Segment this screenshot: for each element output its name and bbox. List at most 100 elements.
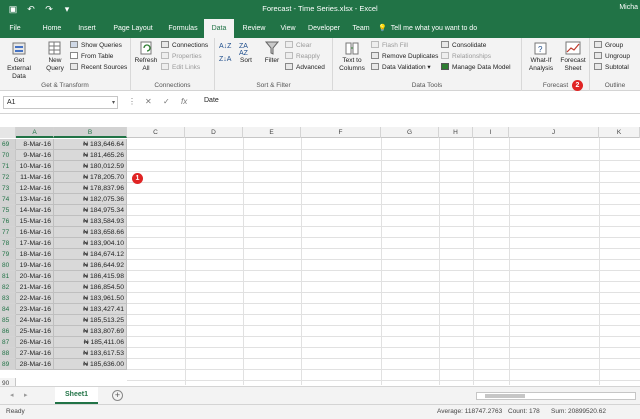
value-cell[interactable]: ₦ 183,961.50: [54, 293, 127, 304]
refresh-all-button[interactable]: Refresh All: [133, 40, 159, 73]
date-cell[interactable]: 13-Mar-16: [16, 194, 54, 205]
date-cell[interactable]: 25-Mar-16: [16, 326, 54, 337]
date-cell[interactable]: 22-Mar-16: [16, 293, 54, 304]
row-header[interactable]: 78: [0, 238, 16, 249]
from-table-button[interactable]: From Table: [70, 52, 113, 62]
forecast-sheet-button[interactable]: Forecast Sheet: [558, 40, 588, 73]
cancel-icon[interactable]: ✕: [145, 97, 152, 106]
subtotal-button[interactable]: Subtotal: [594, 63, 629, 73]
row-header[interactable]: 69: [0, 139, 16, 150]
scroll-thumb[interactable]: [485, 394, 525, 398]
advanced-filter-button[interactable]: Advanced: [285, 63, 325, 73]
value-cell[interactable]: ₦ 183,427.41: [54, 304, 127, 315]
tab-data[interactable]: Data: [204, 19, 234, 38]
date-cell[interactable]: 18-Mar-16: [16, 249, 54, 260]
value-cell[interactable]: ₦ 185,411.06: [54, 337, 127, 348]
formula-input[interactable]: Date: [204, 97, 219, 104]
relationships-button[interactable]: Relationships: [441, 52, 491, 62]
add-sheet-button[interactable]: +: [112, 390, 123, 401]
what-if-analysis-button[interactable]: ? What-If Analysis: [525, 40, 557, 73]
row-header[interactable]: 86: [0, 326, 16, 337]
row-header[interactable]: 72: [0, 172, 16, 183]
value-cell[interactable]: ₦ 181,465.26: [54, 150, 127, 161]
value-cell[interactable]: ₦ 182,075.36: [54, 194, 127, 205]
value-cell[interactable]: ₦ 186,415.98: [54, 271, 127, 282]
tell-me-box[interactable]: 💡 Tell me what you want to do: [378, 19, 477, 38]
value-cell[interactable]: ₦ 183,658.66: [54, 227, 127, 238]
tab-home[interactable]: Home: [34, 19, 70, 38]
value-cell[interactable]: ₦ 180,012.59: [54, 161, 127, 172]
row-header[interactable]: 85: [0, 315, 16, 326]
tab-page-layout[interactable]: Page Layout: [104, 19, 162, 38]
tab-developer[interactable]: Developer: [302, 19, 346, 38]
group-button[interactable]: Group: [594, 41, 623, 51]
scroll-right-icon[interactable]: ▸: [24, 391, 28, 399]
value-cell[interactable]: ₦ 186,644.92: [54, 260, 127, 271]
date-cell[interactable]: 9-Mar-16: [16, 150, 54, 161]
column-header-d[interactable]: D: [185, 127, 243, 138]
consolidate-button[interactable]: Consolidate: [441, 41, 486, 51]
sort-button[interactable]: ZA AZ Sort: [235, 40, 257, 65]
tab-view[interactable]: View: [274, 19, 302, 38]
name-box[interactable]: A1 ▾: [3, 96, 118, 109]
date-cell[interactable]: 17-Mar-16: [16, 238, 54, 249]
chevron-down-icon[interactable]: ▾: [112, 97, 115, 109]
flash-fill-button[interactable]: Flash Fill: [371, 41, 408, 51]
column-header-i[interactable]: I: [473, 127, 509, 138]
date-cell[interactable]: 11-Mar-16: [16, 172, 54, 183]
value-cell[interactable]: ₦ 184,674.12: [54, 249, 127, 260]
text-to-columns-button[interactable]: Text to Columns: [336, 40, 368, 73]
date-cell[interactable]: 21-Mar-16: [16, 282, 54, 293]
row-header[interactable]: 73: [0, 183, 16, 194]
row-header[interactable]: 71: [0, 161, 16, 172]
date-cell[interactable]: 19-Mar-16: [16, 260, 54, 271]
value-cell[interactable]: ₦ 183,584.93: [54, 216, 127, 227]
recent-sources-button[interactable]: Recent Sources: [70, 63, 127, 73]
sort-za-icon[interactable]: Z↓A: [219, 55, 231, 65]
row-header[interactable]: 87: [0, 337, 16, 348]
row-header[interactable]: 81: [0, 271, 16, 282]
tab-team[interactable]: Team: [346, 19, 376, 38]
row-header[interactable]: 70: [0, 150, 16, 161]
date-cell[interactable]: 27-Mar-16: [16, 348, 54, 359]
value-cell[interactable]: ₦ 178,837.96: [54, 183, 127, 194]
reapply-button[interactable]: Reapply: [285, 52, 320, 62]
row-header[interactable]: 74: [0, 194, 16, 205]
horizontal-scrollbar[interactable]: [476, 392, 636, 400]
date-cell[interactable]: 16-Mar-16: [16, 227, 54, 238]
row-header[interactable]: 89: [0, 359, 16, 370]
clear-filter-button[interactable]: Clear: [285, 41, 312, 51]
row-header[interactable]: 88: [0, 348, 16, 359]
column-header-h[interactable]: H: [439, 127, 473, 138]
date-cell[interactable]: 20-Mar-16: [16, 271, 54, 282]
data-validation-button[interactable]: Data Validation ▾: [371, 63, 431, 73]
scroll-left-icon[interactable]: ◂: [10, 391, 14, 399]
column-header-b[interactable]: B: [54, 127, 127, 138]
sheet-tab-sheet1[interactable]: Sheet1: [55, 387, 98, 404]
value-cell[interactable]: ₦ 183,646.64: [54, 139, 127, 150]
date-cell[interactable]: 26-Mar-16: [16, 337, 54, 348]
ungroup-button[interactable]: Ungroup: [594, 52, 630, 62]
column-header-a[interactable]: A: [16, 127, 54, 138]
row-header[interactable]: 80: [0, 260, 16, 271]
select-all-corner[interactable]: [0, 127, 16, 138]
column-header-g[interactable]: G: [381, 127, 439, 138]
date-cell[interactable]: 12-Mar-16: [16, 183, 54, 194]
date-cell[interactable]: 14-Mar-16: [16, 205, 54, 216]
new-query-button[interactable]: New Query: [42, 40, 68, 73]
remove-duplicates-button[interactable]: Remove Duplicates: [371, 52, 438, 62]
value-cell[interactable]: ₦ 183,904.10: [54, 238, 127, 249]
row-header[interactable]: 82: [0, 282, 16, 293]
show-queries-button[interactable]: Show Queries: [70, 41, 122, 51]
user-name[interactable]: Micha: [619, 4, 638, 11]
date-cell[interactable]: 15-Mar-16: [16, 216, 54, 227]
insert-function-icon[interactable]: fx: [181, 97, 187, 106]
date-cell[interactable]: 24-Mar-16: [16, 315, 54, 326]
column-header-c[interactable]: C: [127, 127, 185, 138]
row-header[interactable]: 79: [0, 249, 16, 260]
tab-insert[interactable]: Insert: [70, 19, 104, 38]
sort-az-icon[interactable]: A↓Z: [219, 42, 231, 52]
edit-links-button[interactable]: Edit Links: [161, 63, 200, 73]
row-header[interactable]: 83: [0, 293, 16, 304]
value-cell[interactable]: ₦ 183,807.69: [54, 326, 127, 337]
